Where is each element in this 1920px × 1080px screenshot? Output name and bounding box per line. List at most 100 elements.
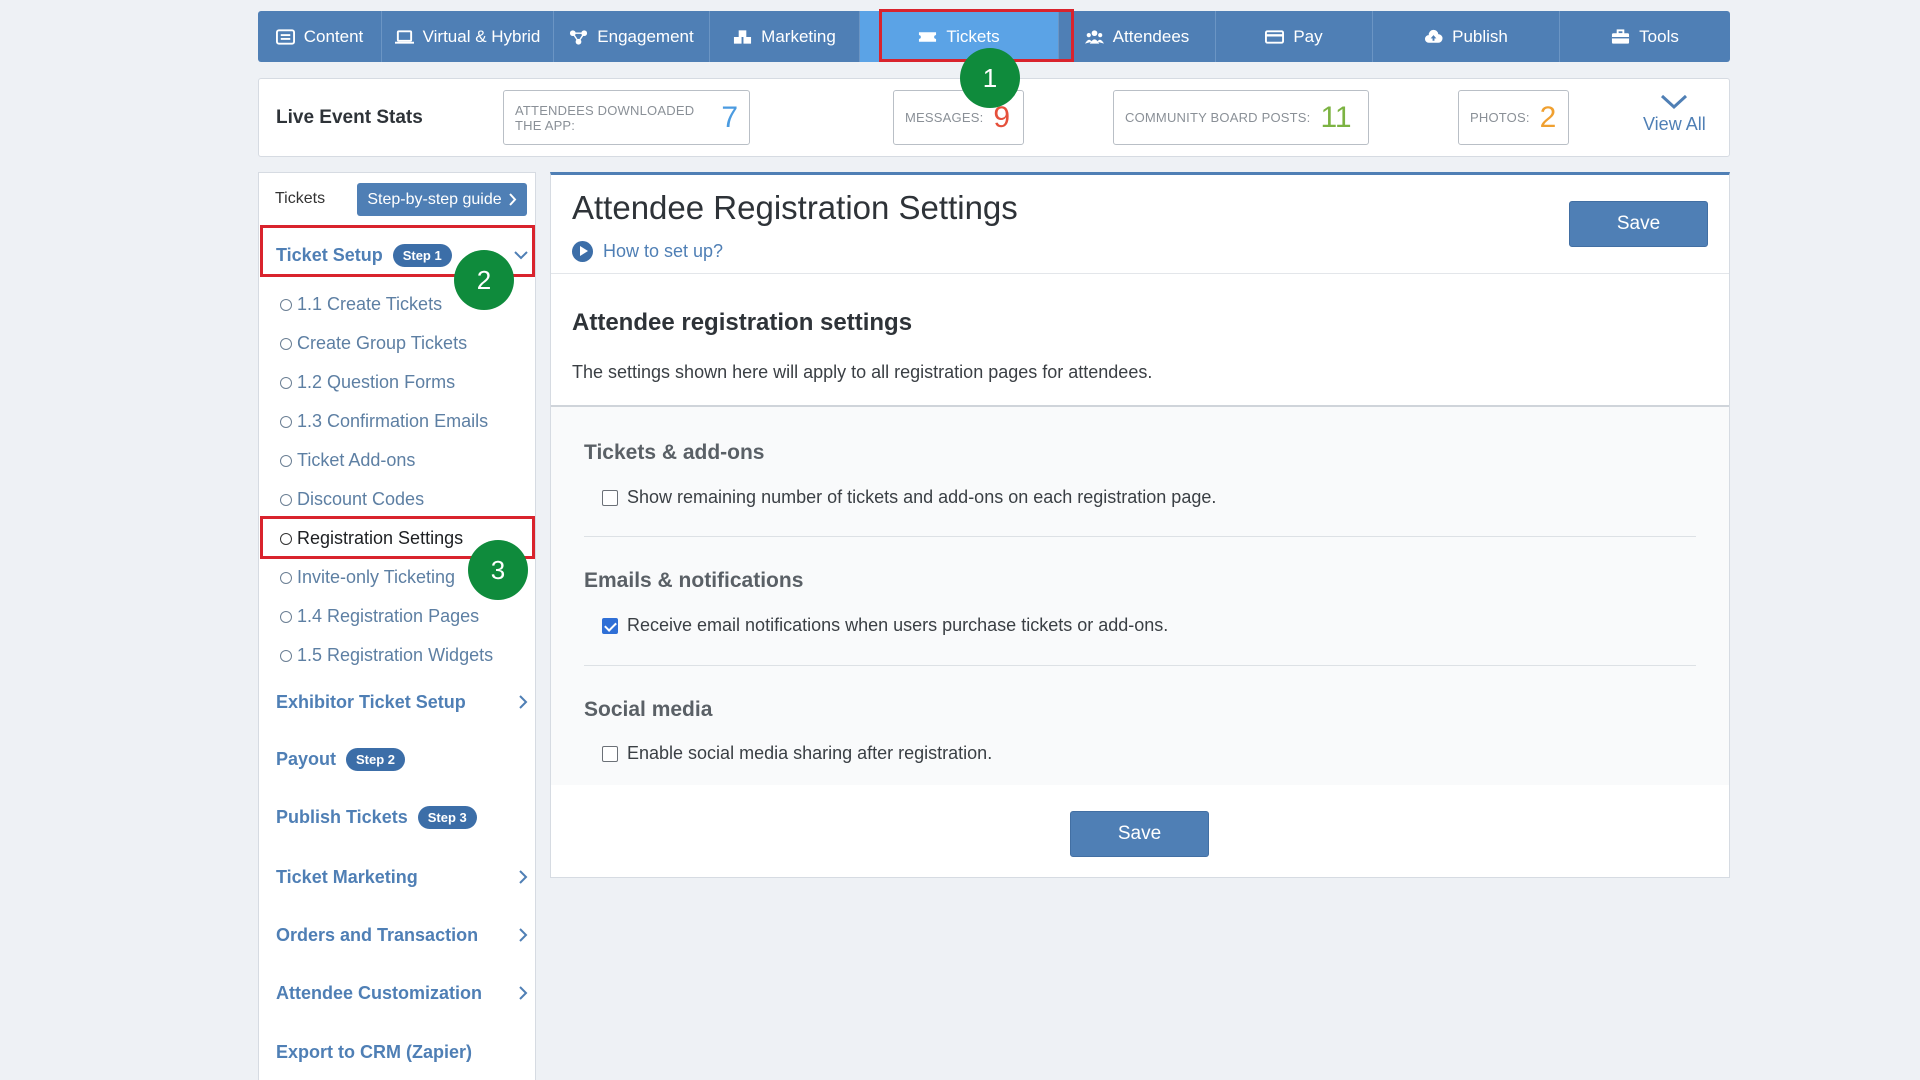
sidebar-item-question-forms[interactable]: 1.2 Question Forms [280,372,455,393]
section-label: Ticket Marketing [276,867,418,887]
section-label: Payout [276,749,337,769]
circle-icon [280,415,292,428]
group-title-tickets-addons: Tickets & add-ons [584,441,765,464]
nav-virtual-hybrid-label: Virtual & Hybrid [422,26,541,46]
circle-icon [280,454,292,467]
circle-icon [280,610,292,623]
divider [551,273,1729,274]
stat-community-posts[interactable]: COMMUNITY BOARD POSTS: 11 [1113,90,1369,145]
save-button-bottom[interactable]: Save [1070,811,1209,857]
guide-button-label: Step-by-step guide [367,190,502,208]
sub-item-label: Registration Settings [297,528,464,548]
chevron-down-icon [1661,94,1688,110]
option-label: Enable social media sharing after regist… [627,743,993,763]
nav-marketing[interactable]: Marketing [710,11,860,62]
chevron-right-icon[interactable] [517,693,529,711]
sidebar-item-ticket-setup[interactable]: Ticket Setup Step 1 [276,244,452,267]
sidebar-item-export-to-crm[interactable]: Export to CRM (Zapier) [276,1042,472,1063]
sidebar-item-create-tickets[interactable]: 1.1 Create Tickets [280,294,442,315]
section-label: Orders and Transaction [276,925,479,945]
sidebar-item-confirmation-emails[interactable]: 1.3 Confirmation Emails [280,411,488,432]
circle-icon [280,493,292,506]
nav-publish-label: Publish [1452,26,1508,46]
option-show-remaining-tickets[interactable]: Show remaining number of tickets and add… [602,487,1216,508]
nav-virtual-hybrid[interactable]: Virtual & Hybrid [382,11,554,62]
option-email-notifications[interactable]: Receive email notifications when users p… [602,615,1168,636]
sidebar-item-create-group-tickets[interactable]: Create Group Tickets [280,333,467,354]
main-panel: Attendee Registration Settings How to se… [550,172,1730,878]
nav-content[interactable]: Content [258,11,382,62]
how-to-set-up-link[interactable]: How to set up? [572,241,723,262]
stats-title: Live Event Stats [276,107,423,128]
nav-marketing-label: Marketing [761,26,836,46]
tickets-sidebar: Tickets Step-by-step guide Ticket Setup … [258,172,536,1080]
chevron-right-icon[interactable] [517,926,529,944]
document-icon [275,28,295,45]
chevron-right-icon [508,193,517,206]
nav-attendees[interactable]: Attendees [1059,11,1216,62]
sidebar-item-ticket-add-ons[interactable]: Ticket Add-ons [280,450,415,471]
step-by-step-guide-button[interactable]: Step-by-step guide [357,183,527,216]
sub-item-label: 1.4 Registration Pages [297,606,480,626]
sub-item-label: 1.1 Create Tickets [297,294,443,314]
nav-tickets[interactable]: Tickets [860,11,1059,62]
chevron-down-icon[interactable] [513,246,529,264]
sidebar-item-registration-pages[interactable]: 1.4 Registration Pages [280,606,479,627]
sub-item-label: Invite-only Ticketing [297,567,456,587]
step-marker-2: 2 [454,250,514,310]
sidebar-item-invite-only-ticketing[interactable]: Invite-only Ticketing [280,567,455,588]
settings-area: Tickets & add-ons Show remaining number … [551,405,1729,785]
chevron-right-icon[interactable] [517,868,529,886]
nav-engagement[interactable]: Engagement [554,11,710,62]
divider [584,665,1696,666]
sub-item-label: 1.3 Confirmation Emails [297,411,489,431]
circle-icon [280,337,292,350]
stat-label: COMMUNITY BOARD POSTS: [1125,110,1311,125]
save-button-top[interactable]: Save [1569,201,1708,247]
section-description: The settings shown here will apply to al… [572,362,1153,382]
section-heading: Attendee registration settings [572,309,913,336]
sidebar-item-registration-settings[interactable]: Registration Settings [280,528,463,549]
option-label: Show remaining number of tickets and add… [627,487,1217,507]
network-icon [570,29,588,45]
view-all-button[interactable]: View All [1643,93,1706,135]
nav-tools-label: Tools [1639,26,1679,46]
stat-value: 11 [1320,100,1352,134]
sidebar-item-ticket-marketing[interactable]: Ticket Marketing [276,867,418,888]
divider [584,536,1696,537]
credit-card-icon [1265,29,1285,44]
stat-value: 7 [721,100,738,134]
circle-icon [280,571,292,584]
users-icon [1084,29,1104,44]
sidebar-item-discount-codes[interactable]: Discount Codes [280,489,424,510]
sidebar-item-orders-and-transaction[interactable]: Orders and Transaction [276,925,478,946]
checkbox-checked[interactable] [602,617,618,634]
nav-tools[interactable]: Tools [1560,11,1730,62]
sidebar-item-exhibitor-ticket-setup[interactable]: Exhibitor Ticket Setup [276,692,466,713]
nav-publish[interactable]: Publish [1373,11,1560,62]
ticket-setup-label: Ticket Setup [276,245,383,265]
sidebar-item-publish-tickets[interactable]: Publish Tickets Step 3 [276,806,477,829]
section-label: Publish Tickets [276,807,408,827]
option-social-sharing[interactable]: Enable social media sharing after regist… [602,743,992,764]
chevron-right-icon[interactable] [517,984,529,1002]
nav-pay[interactable]: Pay [1216,11,1373,62]
sidebar-item-payout[interactable]: Payout Step 2 [276,748,406,771]
cubes-icon [734,29,752,44]
sub-item-label: Create Group Tickets [297,333,468,353]
checkbox-unchecked[interactable] [602,745,618,762]
sidebar-item-attendee-customization[interactable]: Attendee Customization [276,983,482,1004]
checkbox-unchecked[interactable] [602,489,618,506]
stat-app-downloads[interactable]: ATTENDEES DOWNLOADED THE APP: 7 [503,90,750,145]
nav-pay-label: Pay [1293,26,1323,46]
ticket-icon [919,31,937,42]
step-marker-1: 1 [960,48,1020,108]
stat-label: PHOTOS: [1470,110,1530,125]
sidebar-item-registration-widgets[interactable]: 1.5 Registration Widgets [280,645,493,666]
sidebar-header-label: Tickets [275,190,326,207]
nav-engagement-label: Engagement [597,26,694,46]
sub-item-label: 1.2 Question Forms [297,372,456,392]
nav-attendees-label: Attendees [1112,26,1190,46]
stat-photos[interactable]: PHOTOS: 2 [1458,90,1569,145]
stat-label: MESSAGES: [905,110,984,125]
